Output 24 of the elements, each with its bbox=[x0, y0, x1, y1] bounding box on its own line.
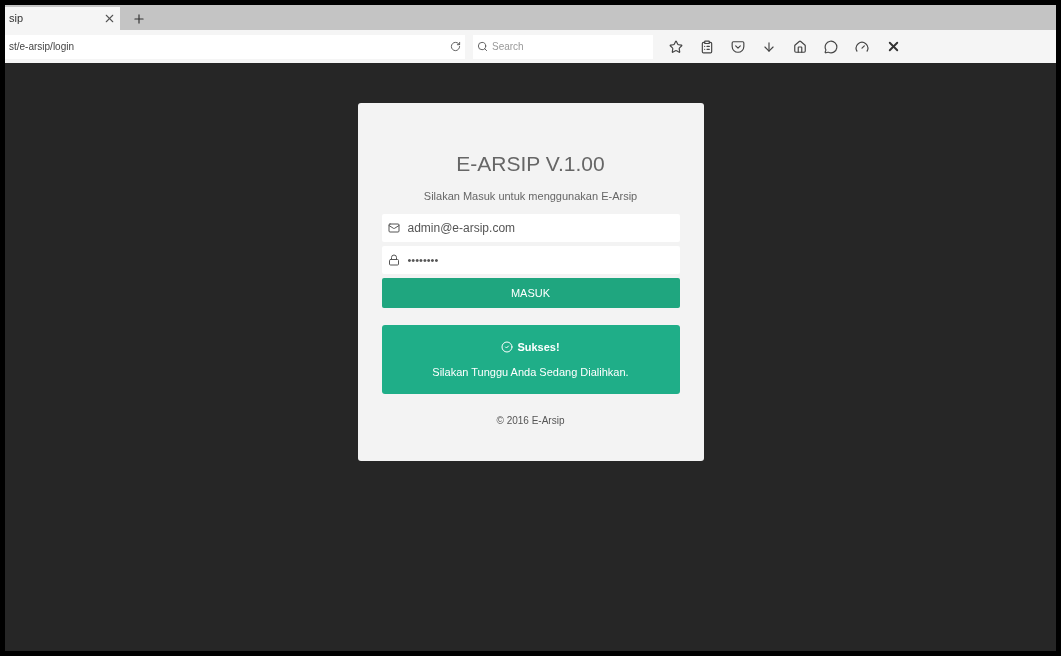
alert-title: Sukses! bbox=[517, 340, 560, 355]
browser-tab[interactable]: sip bbox=[5, 7, 120, 30]
footer-text: © 2016 E-Arsip bbox=[496, 414, 565, 428]
address-bar[interactable]: st/e-arsip/login bbox=[5, 34, 465, 59]
alert-message: Silakan Tunggu Anda Sedang Dialihkan. bbox=[432, 364, 629, 380]
download-icon[interactable] bbox=[762, 39, 776, 54]
reload-icon[interactable] bbox=[450, 41, 461, 52]
search-icon bbox=[477, 41, 488, 52]
chat-icon[interactable] bbox=[824, 39, 838, 54]
star-icon[interactable] bbox=[669, 39, 683, 54]
new-tab-icon[interactable] bbox=[132, 12, 146, 26]
check-icon bbox=[501, 341, 514, 354]
close-icon[interactable] bbox=[103, 12, 116, 25]
cross-icon[interactable] bbox=[886, 39, 901, 54]
pocket-icon[interactable] bbox=[731, 39, 745, 54]
app-title: E-ARSIP V.1.00 bbox=[456, 151, 605, 177]
lock-icon bbox=[387, 254, 400, 266]
clipboard-icon[interactable] bbox=[700, 39, 714, 54]
gauge-icon[interactable] bbox=[855, 39, 869, 54]
email-field[interactable]: admin@e-arsip.com bbox=[381, 214, 680, 242]
password-field[interactable]: •••••••• bbox=[381, 246, 680, 274]
subtitle: Silakan Masuk untuk menggunakan E-Arsip bbox=[423, 188, 638, 204]
home-icon[interactable] bbox=[793, 39, 807, 54]
envelope-icon bbox=[387, 222, 400, 234]
